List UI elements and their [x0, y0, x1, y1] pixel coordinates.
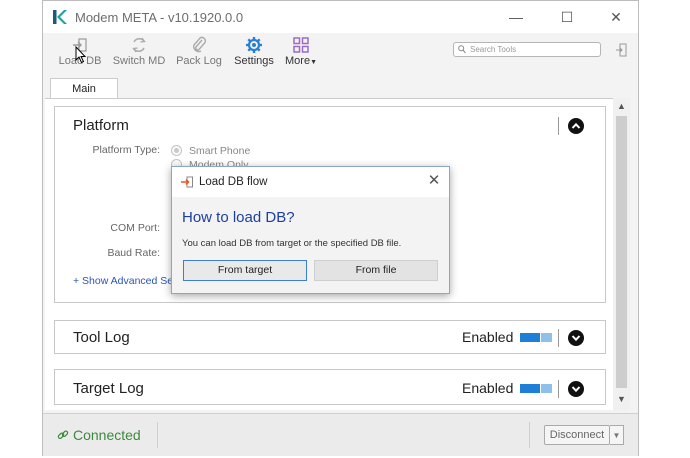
divider: [558, 117, 559, 135]
window-title: Modem META - v10.1920.0.0: [75, 10, 244, 25]
close-button[interactable]: ✕: [601, 5, 631, 29]
status-bar: Connected Disconnect ▼: [43, 413, 638, 456]
target-log-title: Target Log: [73, 380, 144, 397]
mouse-cursor-icon: [75, 46, 87, 64]
divider: [558, 380, 559, 398]
target-log-status: Enabled: [462, 380, 514, 396]
settings-label: Settings: [234, 55, 274, 67]
maximize-button[interactable]: ☐: [552, 5, 582, 29]
divider: [558, 329, 559, 347]
switch-md-label: Switch MD: [112, 55, 166, 67]
more-label: More: [285, 55, 311, 67]
collapse-platform-icon[interactable]: [568, 118, 584, 134]
paperclip-icon: [193, 36, 207, 53]
from-file-button[interactable]: From file: [314, 260, 438, 281]
gear-icon: [246, 37, 262, 53]
platform-title: Platform: [73, 117, 129, 134]
scrollbar-thumb[interactable]: [616, 116, 627, 388]
switch-md-button[interactable]: Switch MD: [111, 35, 167, 71]
target-log-toggle[interactable]: [520, 384, 552, 393]
more-dropdown-icon: ▼: [310, 59, 317, 66]
tool-log-toggle[interactable]: [520, 333, 552, 342]
tool-log-status: Enabled: [462, 329, 514, 345]
search-placeholder: Search Tools: [470, 45, 517, 54]
switch-icon: [132, 37, 146, 53]
baud-rate-label: Baud Rate:: [107, 247, 160, 259]
load-db-icon: [181, 176, 193, 188]
show-advanced-link[interactable]: + Show Advanced Se: [73, 275, 173, 287]
tool-log-title: Tool Log: [73, 329, 130, 346]
dialog-title: Load DB flow: [199, 176, 268, 188]
pack-log-label: Pack Log: [176, 55, 222, 67]
connection-status: Connected: [73, 427, 141, 443]
target-log-panel: Target Log Enabled: [54, 369, 606, 405]
dialog-close-icon[interactable]: ✕: [426, 173, 442, 189]
settings-button[interactable]: Settings: [231, 35, 277, 71]
smart-phone-option-label: Smart Phone: [189, 145, 251, 157]
divider: [529, 422, 530, 448]
grid-icon: [293, 37, 309, 53]
tab-bar: Main: [43, 76, 638, 99]
expand-tool-log-icon[interactable]: [568, 330, 584, 346]
vertical-scrollbar[interactable]: ▲ ▼: [613, 98, 630, 410]
divider: [157, 422, 158, 448]
disconnect-button[interactable]: Disconnect: [544, 425, 610, 445]
pack-log-button[interactable]: Pack Log: [174, 35, 224, 71]
tab-main[interactable]: Main: [50, 78, 118, 99]
com-port-label: COM Port:: [110, 222, 160, 234]
disconnect-dropdown-icon[interactable]: ▼: [610, 425, 624, 445]
dialog-header: Load DB flow ✕: [172, 167, 449, 197]
app-logo-icon: [53, 10, 67, 24]
title-bar: Modem META - v10.1920.0.0 — ☐ ✕: [43, 1, 638, 33]
dialog-message: You can load DB from target or the speci…: [182, 238, 402, 249]
smart-phone-radio[interactable]: [171, 145, 182, 156]
platform-type-label: Platform Type:: [92, 144, 160, 156]
more-button[interactable]: More▼: [283, 35, 319, 71]
scroll-up-icon[interactable]: ▲: [613, 101, 630, 111]
exit-icon[interactable]: [615, 43, 627, 57]
dialog-heading: How to load DB?: [182, 209, 295, 226]
minimize-button[interactable]: —: [501, 5, 531, 29]
search-input[interactable]: Search Tools: [453, 42, 601, 57]
load-db-dialog: Load DB flow ✕ How to load DB? You can l…: [171, 166, 450, 294]
expand-target-log-icon[interactable]: [568, 381, 584, 397]
search-icon: [458, 45, 466, 54]
from-target-button[interactable]: From target: [183, 260, 307, 281]
scroll-down-icon[interactable]: ▼: [613, 394, 630, 404]
link-icon: [57, 430, 69, 440]
tool-log-panel: Tool Log Enabled: [54, 320, 606, 354]
